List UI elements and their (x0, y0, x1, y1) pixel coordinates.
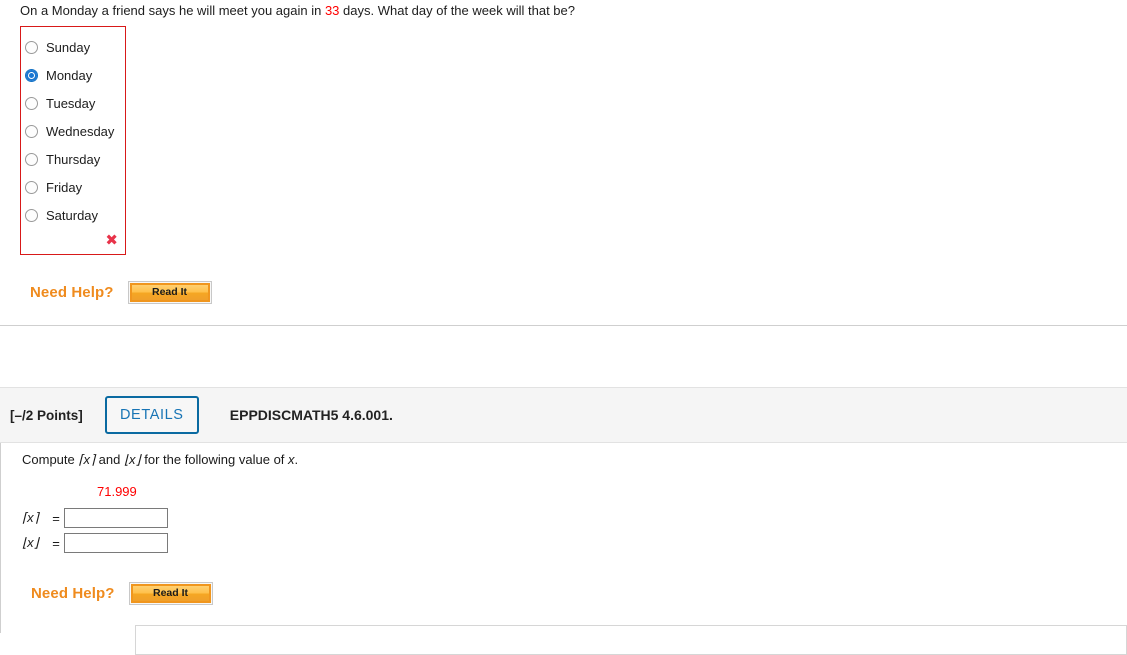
question-1-help-row: Need Help? Read It (30, 281, 212, 304)
choice-label-thursday: Thursday (46, 151, 101, 167)
question-2-details-button[interactable]: DETAILS (104, 396, 199, 434)
question-1-choice-group[interactable]: Sunday Monday Tuesday Wednesday Thursday… (20, 26, 126, 255)
question-2-header: [–/2 Points] DETAILS EPPDISCMATH5 4.6.00… (0, 387, 1127, 443)
question-1-need-help-label: Need Help? (30, 284, 114, 301)
question-1-read-it-button[interactable]: Read It (127, 281, 212, 304)
choice-label-monday: Monday (46, 67, 93, 83)
question-2-stem: Compute ⌈x⌉ and ⌊x⌋ for the following va… (22, 452, 298, 468)
choice-row-sunday[interactable]: Sunday (21, 33, 125, 61)
incorrect-x-icon: ✖ (105, 231, 118, 249)
choice-label-sunday: Sunday (46, 39, 91, 55)
radio-saturday[interactable] (25, 208, 38, 222)
radio-thursday[interactable] (25, 152, 38, 166)
question-2-stem-prefix: Compute (22, 452, 79, 467)
question-1-panel: On a Monday a friend says he will meet y… (0, 0, 1127, 326)
radio-sunday[interactable] (25, 40, 38, 54)
question-2-given-value: 71.999 (97, 484, 137, 499)
question-1-stem-suffix: days. What day of the week will that be? (339, 3, 575, 18)
equals-sign-ceiling: = (52, 510, 60, 526)
choice-row-monday[interactable]: Monday (21, 61, 125, 89)
answer-label-ceiling: ⌈x⌉ (22, 510, 39, 525)
choice-row-wednesday[interactable]: Wednesday (21, 117, 125, 145)
question-2-help-row: Need Help? Read It (31, 582, 213, 605)
answer-row-ceiling: ⌈x⌉ = (22, 508, 168, 528)
choice-label-saturday: Saturday (46, 207, 99, 223)
question-2-need-help-label: Need Help? (31, 585, 115, 602)
question-1-stem-value: 33 (324, 3, 340, 18)
radio-friday[interactable] (25, 180, 38, 194)
question-1-read-it-label: Read It (129, 283, 210, 302)
radio-tuesday[interactable] (25, 96, 38, 110)
choice-row-saturday[interactable]: Saturday (21, 201, 125, 229)
answer-input-ceiling[interactable] (64, 508, 168, 528)
choice-row-tuesday[interactable]: Tuesday (21, 89, 125, 117)
question-2-stem-suffix: for the following value of (140, 452, 289, 467)
radio-monday[interactable] (25, 68, 38, 82)
question-2-stem-floor: ⌊x⌋ (123, 452, 141, 467)
question-2-stem-ceiling: ⌈x⌉ (78, 452, 96, 467)
question-2-read-it-button[interactable]: Read It (128, 582, 213, 605)
choice-label-tuesday: Tuesday (46, 95, 96, 111)
question-2-stem-end: . (294, 452, 299, 467)
radio-wednesday[interactable] (25, 124, 38, 138)
choice-label-wednesday: Wednesday (46, 123, 115, 139)
bottom-partial-panel (135, 625, 1127, 655)
question-2-code: EPPDISCMATH5 4.6.001. (229, 407, 393, 423)
question-2-points: [–/2 Points] (10, 407, 83, 423)
choice-row-thursday[interactable]: Thursday (21, 145, 125, 173)
question-1-stem-prefix: On a Monday a friend says he will meet y… (20, 3, 325, 18)
choice-label-friday: Friday (46, 179, 83, 195)
choice-row-friday[interactable]: Friday (21, 173, 125, 201)
question-2-stem-mid: and (95, 452, 124, 467)
answer-label-floor: ⌊x⌋ (22, 535, 39, 550)
equals-sign-floor: = (52, 535, 60, 551)
answer-row-floor: ⌊x⌋ = (22, 533, 168, 553)
answer-input-floor[interactable] (64, 533, 168, 553)
question-2-body: Compute ⌈x⌉ and ⌊x⌋ for the following va… (0, 443, 1127, 633)
question-2-read-it-label: Read It (130, 584, 211, 603)
question-1-stem: On a Monday a friend says he will meet y… (20, 3, 575, 19)
